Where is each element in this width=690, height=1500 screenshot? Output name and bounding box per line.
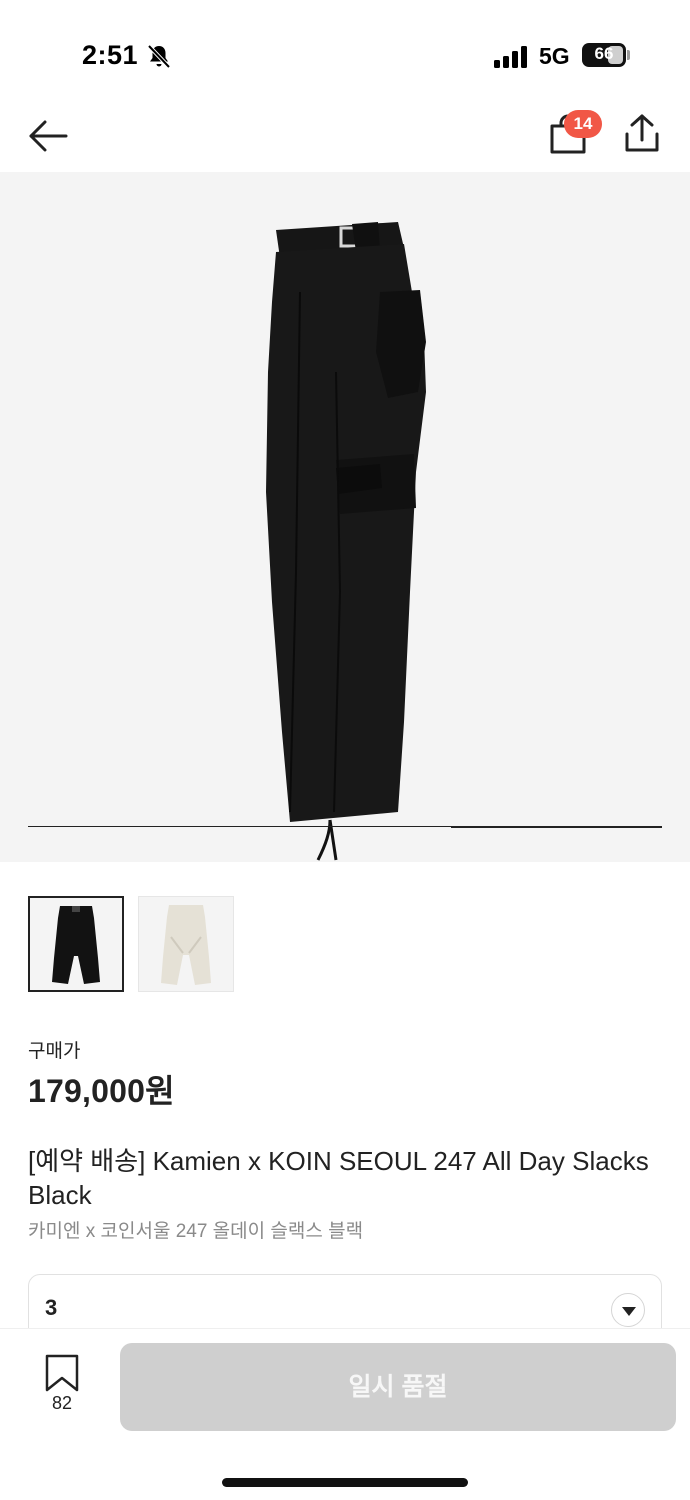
home-indicator <box>222 1478 468 1487</box>
cart-count-badge: 14 <box>564 110 602 138</box>
price-label: 구매가 <box>28 1041 81 1062</box>
chevron-down-icon <box>611 1293 645 1327</box>
product-image[interactable] <box>0 172 690 862</box>
size-select-value: 3 <box>45 1295 58 1320</box>
thumbnail-ivory[interactable] <box>138 896 234 992</box>
bottom-action-bar: 82 일시 품절 <box>0 1328 690 1500</box>
back-button[interactable] <box>26 114 70 158</box>
pants-image <box>266 222 426 861</box>
battery-percent: 66 <box>594 44 614 63</box>
wishlist-count: 82 <box>51 1393 73 1413</box>
arrow-left-icon <box>29 120 68 152</box>
product-price: 179,000원 <box>28 1073 175 1109</box>
pants-thumbnail-image <box>161 905 211 985</box>
product-subtitle: 카미엔 x 코인서울 247 올데이 슬랙스 블랙 <box>28 1221 364 1242</box>
bookmark-icon <box>45 1354 79 1392</box>
share-icon <box>625 114 659 152</box>
signal-icon <box>494 46 527 68</box>
wishlist-button[interactable]: 82 <box>32 1353 92 1423</box>
product-title: [예약 배송] Kamien x KOIN SEOUL 247 All Day … <box>28 1146 649 1210</box>
gallery-progress-indicator <box>451 826 662 828</box>
pants-thumbnail-image <box>52 906 100 984</box>
battery-tip <box>627 50 630 60</box>
bell-muted-icon <box>147 44 171 69</box>
battery-icon: 66 <box>582 43 626 67</box>
share-button[interactable] <box>620 112 664 156</box>
thumbnail-black[interactable] <box>28 896 124 992</box>
sold-out-button[interactable]: 일시 품절 <box>120 1343 676 1431</box>
status-bar: 2:51 5G 66 <box>0 0 690 100</box>
status-time: 2:51 <box>82 40 139 70</box>
network-type: 5G <box>539 43 570 69</box>
